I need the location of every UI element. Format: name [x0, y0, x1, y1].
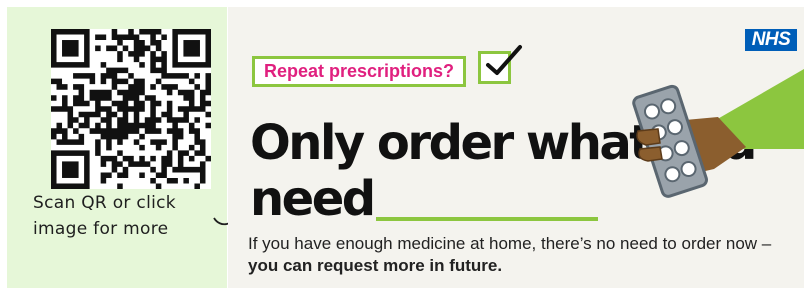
checkmark-icon	[486, 45, 522, 75]
qr-panel	[7, 7, 227, 288]
qr-code-icon[interactable]	[51, 29, 211, 189]
hand-holding-pills-illustration	[632, 69, 804, 198]
nhs-logo: NHS	[745, 29, 797, 51]
green-underline	[376, 217, 598, 221]
page: Scan QR or click image for more NHS Repe…	[0, 0, 811, 292]
repeat-prescriptions-tag: Repeat prescriptions?	[252, 56, 467, 87]
headline-line-1: Only order	[250, 115, 514, 171]
body-bold: you can request more in future.	[248, 256, 503, 275]
campaign-banner[interactable]: NHS Repeat prescriptions? Only order wha…	[228, 7, 804, 288]
body-plain: If you have enough medicine at home, the…	[248, 234, 772, 253]
tag-label: Repeat prescriptions?	[264, 61, 455, 81]
body-text: If you have enough medicine at home, the…	[248, 233, 788, 277]
